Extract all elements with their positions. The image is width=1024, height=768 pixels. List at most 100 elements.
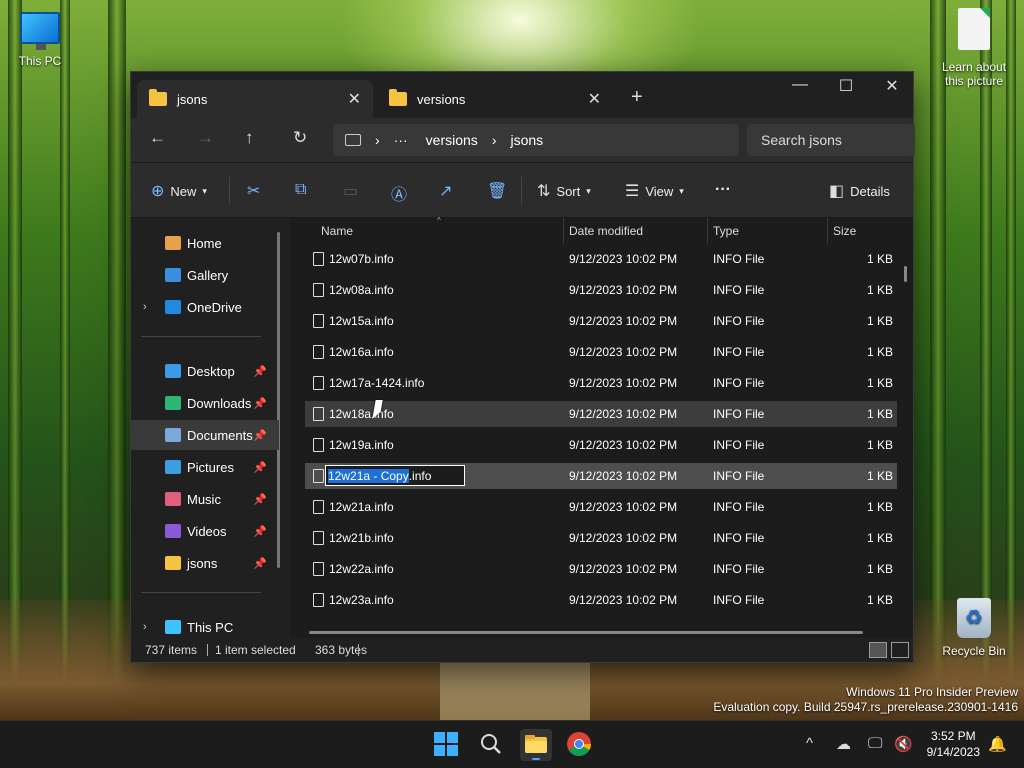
file-row[interactable]: 12w21a.info 9/12/2023 10:02 PM INFO File 1 … xyxy=(305,494,897,520)
details-button[interactable]: ◧ Details xyxy=(829,181,890,201)
tiles-view-icon[interactable] xyxy=(891,642,909,658)
sidebar-item-videos[interactable]: Videos 📌 xyxy=(131,516,279,546)
file-row[interactable]: 12w21a - Copy .info 9/12/2023 10:02 PM INFO… xyxy=(305,463,897,489)
file-row[interactable]: 12w21b.info 9/12/2023 10:02 PM INFO File 1 … xyxy=(305,525,897,551)
file-explorer-taskbar-button[interactable] xyxy=(520,729,552,761)
sidebar-item-music[interactable]: Music 📌 xyxy=(131,484,279,514)
pc-icon xyxy=(165,620,181,634)
file-icon xyxy=(313,376,324,390)
tab-versions[interactable]: versions ✕ xyxy=(377,80,613,118)
chevron-down-icon: ▾ xyxy=(679,185,684,196)
pin-icon: 📌 xyxy=(253,557,267,570)
breadcrumb-versions[interactable]: versions xyxy=(426,132,478,148)
sidebar-item-home[interactable]: Home xyxy=(131,228,279,258)
file-row[interactable]: 12w17a-1424.info 9/12/2023 10:02 PM INFO F… xyxy=(305,370,897,396)
breadcrumb-jsons[interactable]: jsons xyxy=(510,132,543,148)
file-row[interactable]: 12w16a.info 9/12/2023 10:02 PM INFO File 1 … xyxy=(305,339,897,365)
notification-bell-icon[interactable]: 🔔 xyxy=(988,735,1007,753)
file-icon xyxy=(313,531,324,545)
forward-arrow-icon[interactable]: → xyxy=(197,128,214,148)
pin-icon: 📌 xyxy=(253,461,267,474)
sort-button[interactable]: ⇅ Sort ▾ xyxy=(537,181,591,201)
system-clock[interactable]: 3:52 PM 9/14/2023 xyxy=(927,728,980,760)
address-bar[interactable]: › ··· versions › jsons xyxy=(333,124,739,156)
file-type: INFO File xyxy=(713,562,765,576)
nav-divider xyxy=(141,592,261,593)
horizontal-scrollbar[interactable] xyxy=(309,631,863,634)
share-button[interactable]: ↗ xyxy=(439,181,452,201)
column-date-modified[interactable]: Date modified xyxy=(569,224,643,238)
file-name: 12w16a.info xyxy=(329,345,394,359)
sidebar-item-documents[interactable]: Documents 📌 xyxy=(131,420,279,450)
refresh-icon[interactable]: ↻ xyxy=(293,128,307,148)
display-icon[interactable]: 🖵 xyxy=(868,735,882,752)
sidebar-item-label: This PC xyxy=(187,619,234,635)
chevron-down-icon: ▾ xyxy=(586,185,591,196)
expand-chevron-icon[interactable]: › xyxy=(143,621,147,633)
sidebar-item-desktop[interactable]: Desktop 📌 xyxy=(131,356,279,386)
column-size[interactable]: Size xyxy=(833,224,856,238)
new-tab-button[interactable]: + xyxy=(631,86,643,109)
search-input[interactable]: Search jsons xyxy=(747,124,915,156)
breadcrumb-more[interactable]: ··· xyxy=(394,132,408,148)
column-divider[interactable] xyxy=(563,218,564,244)
view-button[interactable]: ☰ View ▾ xyxy=(625,181,684,201)
file-row[interactable]: 12w23a.info 9/12/2023 10:02 PM INFO File 1 … xyxy=(305,587,897,613)
sidebar-item-downloads[interactable]: Downloads 📌 xyxy=(131,388,279,418)
desktop-icon-this-pc[interactable]: This PC xyxy=(0,12,80,68)
file-row[interactable]: 12w07b.info 9/12/2023 10:02 PM INFO File 1 … xyxy=(305,246,897,272)
rename-input[interactable]: 12w21a - Copy .info xyxy=(325,465,465,486)
file-date: 9/12/2023 10:02 PM xyxy=(569,593,678,607)
sidebar-item-onedrive[interactable]: › OneDrive xyxy=(131,292,279,322)
folder-icon xyxy=(389,89,407,106)
file-row[interactable]: 12w15a.info 9/12/2023 10:02 PM INFO File 1 … xyxy=(305,308,897,334)
sidebar-item-pictures[interactable]: Pictures 📌 xyxy=(131,452,279,482)
scissors-icon: ✂ xyxy=(247,183,261,200)
navigation-pane: Home Gallery › OneDrive Desktop 📌 Downloads 📌 Do… xyxy=(131,218,289,638)
file-name: 12w23a.info xyxy=(329,593,394,607)
close-window-button[interactable]: ✕ xyxy=(869,76,915,96)
column-divider[interactable] xyxy=(707,218,708,244)
start-button[interactable] xyxy=(433,731,461,759)
copy-button[interactable]: ⧉ xyxy=(295,181,306,199)
file-row[interactable]: 12w19a.info 9/12/2023 10:02 PM INFO File 1 … xyxy=(305,432,897,458)
see-more-button[interactable]: ··· xyxy=(715,181,731,199)
expand-chevron-icon[interactable]: › xyxy=(143,301,147,313)
delete-button[interactable]: 🗑 xyxy=(487,181,507,201)
network-icon[interactable]: ☁ xyxy=(836,735,851,753)
tab-close-icon[interactable]: ✕ xyxy=(588,89,601,109)
file-row[interactable]: 12w22a.info 9/12/2023 10:02 PM INFO File 1 … xyxy=(305,556,897,582)
document-icon xyxy=(165,428,181,442)
minimize-button[interactable]: — xyxy=(777,76,823,94)
volume-muted-icon[interactable]: 🔇 xyxy=(894,735,913,753)
tray-overflow-chevron[interactable]: ^ xyxy=(806,735,813,752)
up-arrow-icon[interactable]: ↑ xyxy=(245,128,254,148)
column-type[interactable]: Type xyxy=(713,224,739,238)
tab-jsons[interactable]: jsons ✕ xyxy=(137,80,373,118)
file-row[interactable]: 12w08a.info 9/12/2023 10:02 PM INFO File 1 … xyxy=(305,277,897,303)
paste-button[interactable]: ▭ xyxy=(343,181,358,201)
search-button[interactable] xyxy=(478,731,506,759)
file-date: 9/12/2023 10:02 PM xyxy=(569,252,678,266)
details-view-icon[interactable] xyxy=(869,642,887,658)
tab-close-icon[interactable]: ✕ xyxy=(348,89,361,109)
file-date: 9/12/2023 10:02 PM xyxy=(569,376,678,390)
windows-logo-icon xyxy=(434,732,458,756)
desktop-icon-label: Learn about this picture xyxy=(941,60,1007,88)
chrome-taskbar-button[interactable] xyxy=(566,731,594,759)
file-row[interactable]: 12w18a.info 9/12/2023 10:02 PM INFO File 1 … xyxy=(305,401,897,427)
column-divider[interactable] xyxy=(827,218,828,244)
cut-button[interactable]: ✂ xyxy=(247,181,260,201)
desktop-icon-learn-about-picture[interactable]: Learn about this picture xyxy=(934,8,1014,88)
rename-button[interactable]: Ⓐ xyxy=(391,181,407,205)
column-name[interactable]: Name xyxy=(321,224,353,238)
sidebar-item-jsons[interactable]: jsons 📌 xyxy=(131,548,279,578)
vertical-scrollbar[interactable] xyxy=(904,266,907,282)
maximize-button[interactable]: ☐ xyxy=(823,76,869,96)
back-arrow-icon[interactable]: ← xyxy=(149,128,166,148)
paste-icon: ▭ xyxy=(343,183,359,200)
sidebar-item-gallery[interactable]: Gallery xyxy=(131,260,279,290)
new-button[interactable]: ⊕ New ▾ xyxy=(151,181,207,201)
file-icon xyxy=(313,345,324,359)
desktop-icon-recycle-bin[interactable]: ♻ Recycle Bin xyxy=(934,598,1014,658)
